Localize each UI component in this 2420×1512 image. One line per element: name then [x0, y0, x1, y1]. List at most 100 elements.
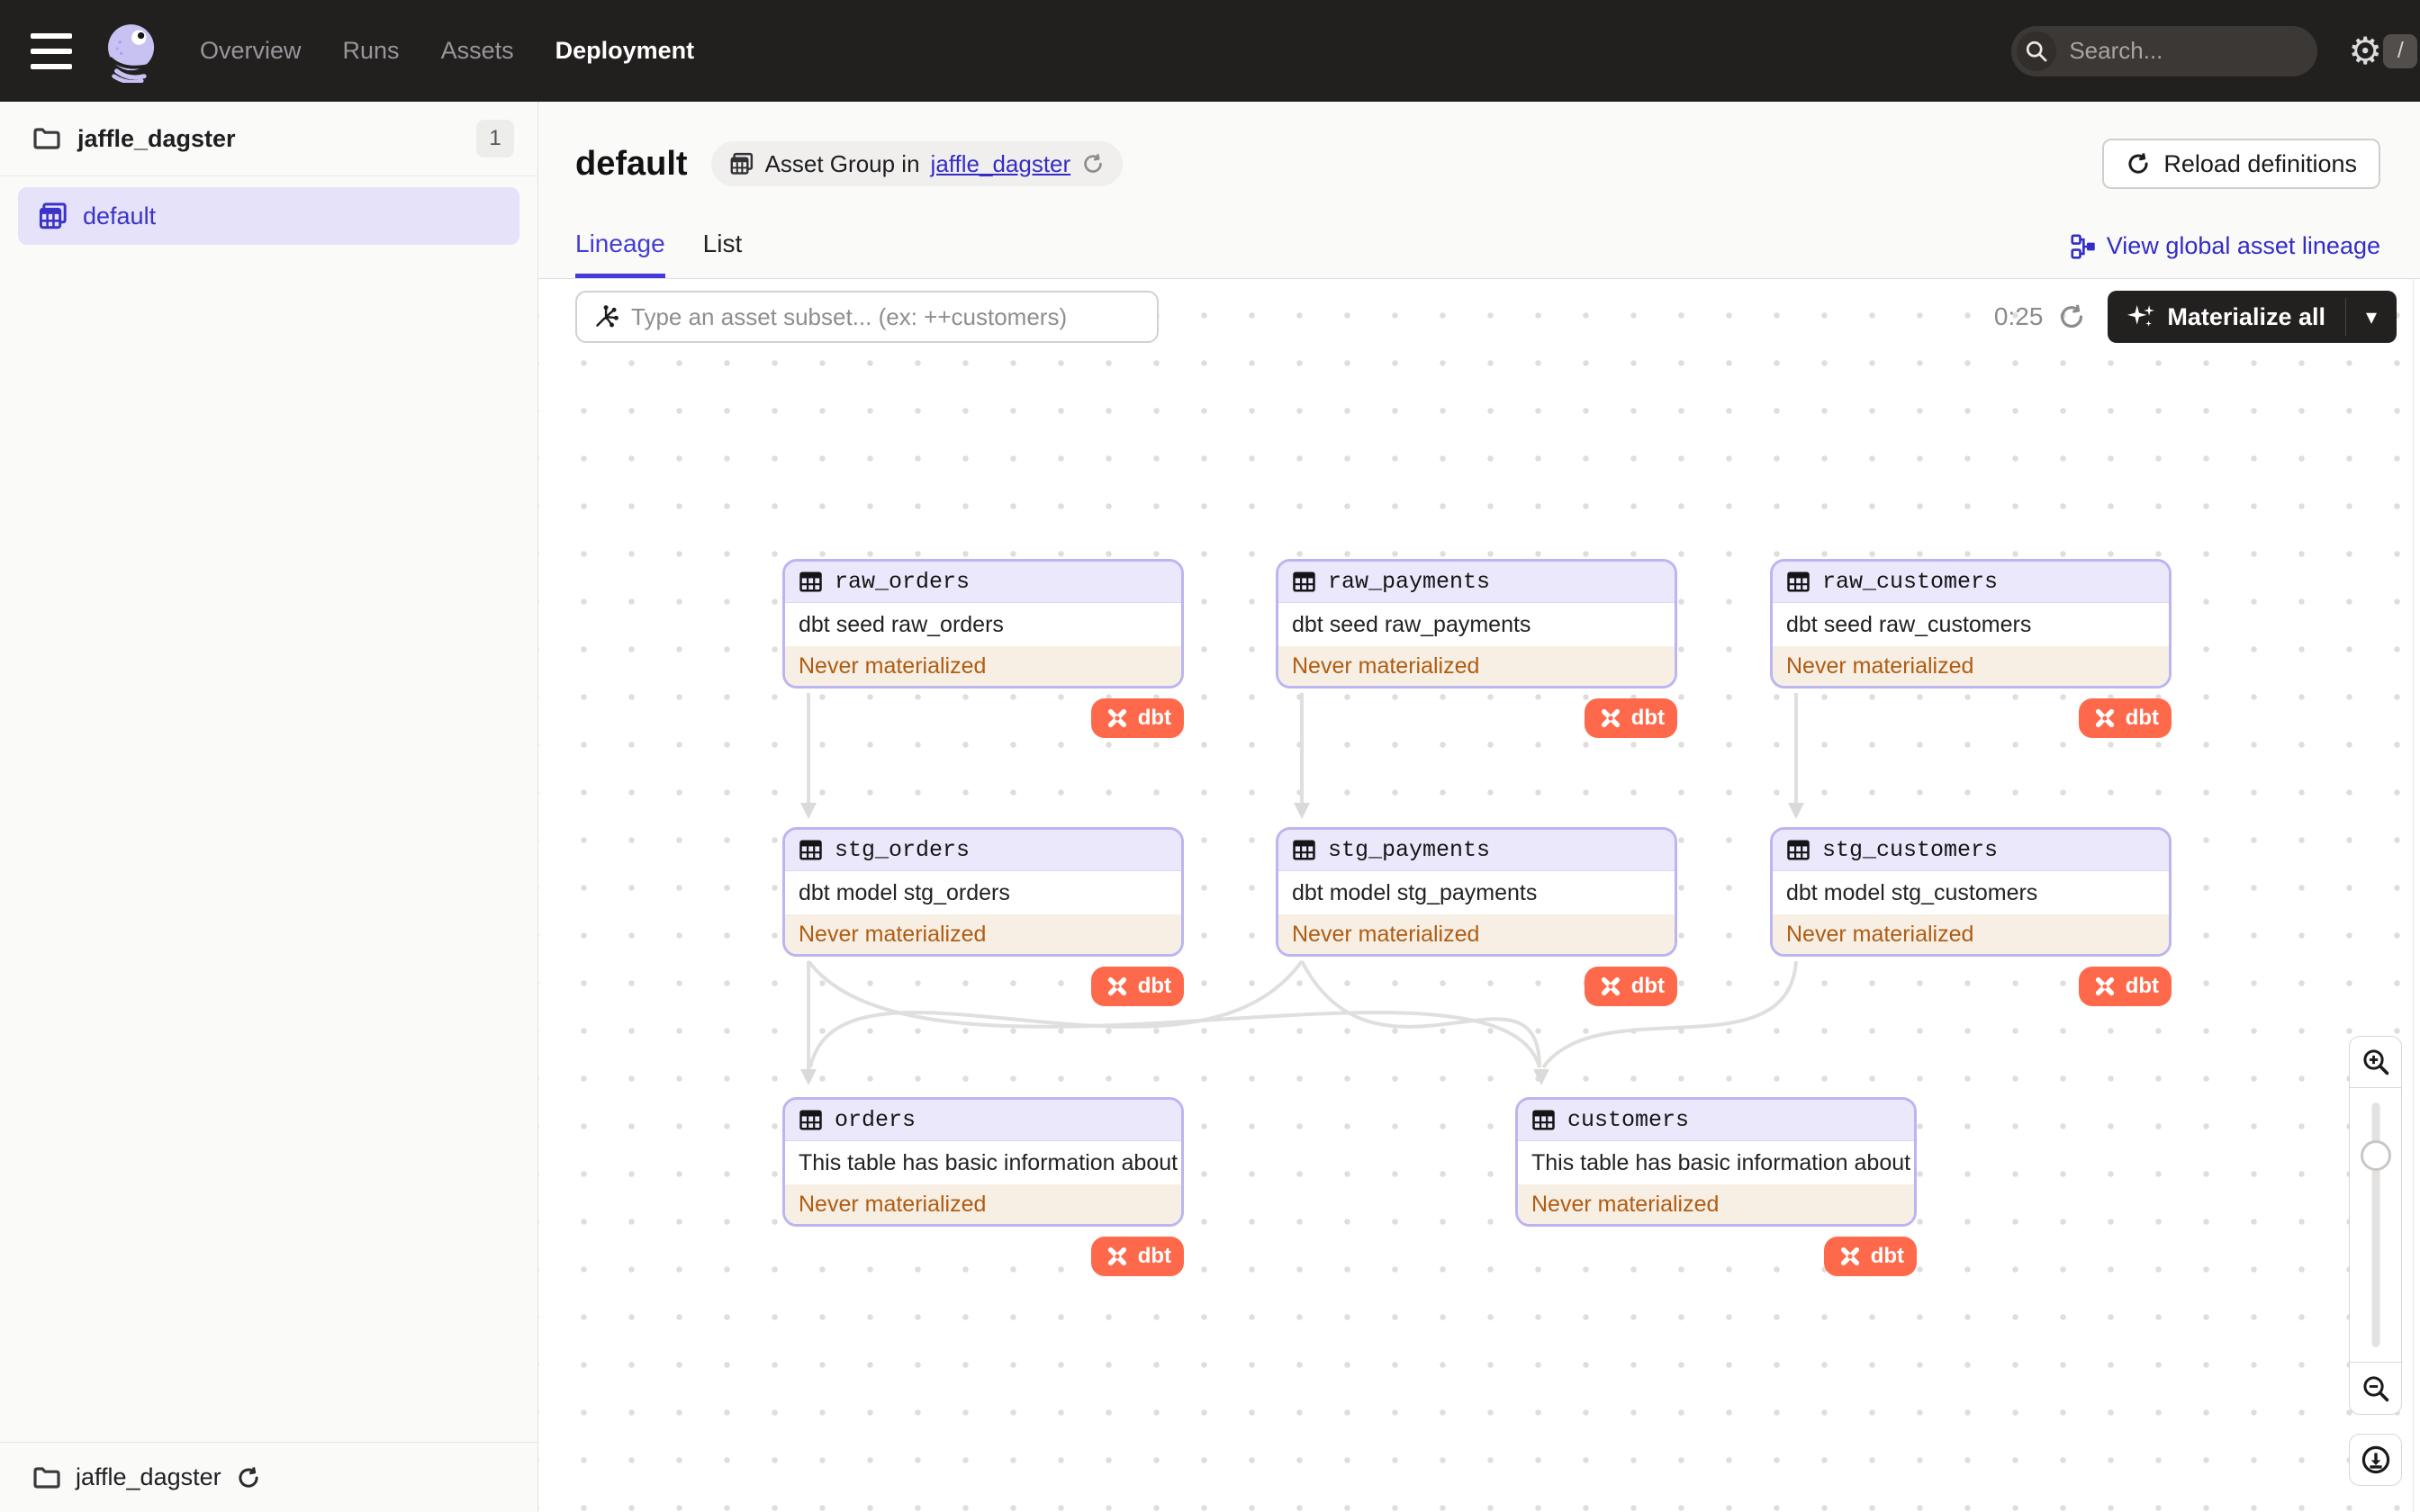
table-icon	[1532, 1110, 1555, 1130]
dbt-logo-icon	[1601, 708, 1620, 728]
asset-node-stg_payments[interactable]: stg_payments dbt model stg_payments Neve…	[1276, 827, 1677, 1006]
dbt-logo-icon	[1107, 708, 1126, 728]
download-image-button[interactable]	[2349, 1434, 2402, 1486]
node-name: raw_orders	[835, 569, 971, 595]
refresh-timer: 0:25	[1993, 302, 2044, 330]
dbt-badge: dbt	[1090, 698, 1184, 738]
global-search[interactable]: /	[2011, 25, 2418, 76]
search-icon	[2017, 31, 2057, 71]
node-description: This table has basic information about .…	[1531, 1149, 1914, 1175]
view-global-asset-lineage-link[interactable]: View global asset lineage	[2071, 232, 2380, 278]
dagster-logo-icon[interactable]	[101, 20, 164, 83]
footer-repo-name: jaffle_dagster	[76, 1463, 221, 1490]
dbt-badge-label: dbt	[1137, 1244, 1171, 1268]
run-cluster: 0:25 Materialize all ▾	[1994, 291, 2397, 343]
node-status: Never materialized	[1518, 1184, 1914, 1224]
page-title: default	[575, 144, 688, 183]
lineage-graph-icon	[2071, 233, 2095, 259]
dbt-logo-icon	[1107, 976, 1126, 996]
sidebar-item-default-group[interactable]: default	[18, 187, 519, 245]
main-panel: default Asset Group in jaffle_dagster Re…	[538, 102, 2420, 1512]
search-input[interactable]	[2056, 37, 2384, 65]
zoom-slider[interactable]	[2349, 1088, 2402, 1363]
asset-subset-filter[interactable]	[575, 291, 1159, 343]
sidebar-footer: jaffle_dagster	[0, 1442, 537, 1512]
table-icon	[799, 840, 822, 860]
refresh-icon[interactable]	[1081, 152, 1105, 176]
asset-node-raw_orders[interactable]: raw_orders dbt seed raw_orders Never mat…	[782, 559, 1184, 738]
table-icon	[1293, 572, 1315, 592]
dbt-logo-icon	[1107, 1246, 1126, 1266]
reload-repo-icon[interactable]	[236, 1465, 261, 1490]
asset-node-stg_customers[interactable]: stg_customers dbt model stg_customers Ne…	[1770, 827, 2172, 1006]
refresh-graph-icon[interactable]	[2057, 302, 2086, 331]
nav-items: Overview Runs Assets Deployment	[200, 37, 694, 65]
dbt-badge-label: dbt	[1137, 706, 1171, 730]
node-name: customers	[1567, 1107, 1690, 1133]
page-header: default Asset Group in jaffle_dagster Re…	[538, 102, 2420, 279]
dbt-badge: dbt	[1584, 698, 1677, 738]
global-lineage-label: View global asset lineage	[2106, 232, 2380, 259]
node-name: orders	[835, 1107, 917, 1133]
repo-name: jaffle_dagster	[77, 124, 236, 152]
repo-count-badge: 1	[476, 120, 514, 158]
sidebar-item-label: default	[83, 202, 157, 230]
nav-item-assets[interactable]: Assets	[441, 37, 514, 65]
dbt-logo-icon	[1840, 1246, 1859, 1266]
dbt-badge: dbt	[2078, 967, 2172, 1006]
zoom-out-button[interactable]	[2349, 1363, 2402, 1415]
menu-hamburger-icon[interactable]	[31, 32, 77, 69]
tab-list[interactable]: List	[703, 230, 743, 278]
asset-group-icon	[730, 152, 753, 175]
zoom-slider-handle[interactable]	[2360, 1140, 2391, 1171]
asset-subset-input[interactable]	[631, 302, 1142, 331]
node-status: Never materialized	[1773, 914, 2169, 954]
reload-definitions-button[interactable]: Reload definitions	[2102, 139, 2380, 189]
sidebar: jaffle_dagster 1 default jaffle_dagster	[0, 102, 538, 1512]
nav-item-overview[interactable]: Overview	[200, 37, 302, 65]
zoom-controls	[2349, 1036, 2402, 1486]
node-status: Never materialized	[1278, 646, 1675, 686]
nav-item-deployment[interactable]: Deployment	[555, 37, 695, 65]
tabs-row: Lineage List View global asset lineage	[575, 230, 2380, 278]
asset-node-stg_orders[interactable]: stg_orders dbt model stg_orders Never ma…	[782, 827, 1184, 1006]
table-icon	[799, 1110, 822, 1130]
context-repo-link[interactable]: jaffle_dagster	[931, 150, 1071, 178]
asset-node-customers[interactable]: customers This table has basic informati…	[1515, 1097, 1917, 1276]
node-name: raw_payments	[1328, 569, 1491, 595]
node-description: dbt seed raw_orders	[799, 611, 1004, 637]
dbt-logo-icon	[2095, 708, 2114, 728]
dbt-badge-label: dbt	[2125, 706, 2159, 730]
lineage-canvas[interactable]: 0:25 Materialize all ▾	[538, 279, 2420, 1512]
dbt-badge: dbt	[1584, 967, 1677, 1006]
reload-icon	[2128, 153, 2148, 174]
node-status: Never materialized	[1773, 646, 2169, 686]
materialize-all-button[interactable]: Materialize all ▾	[2108, 291, 2397, 343]
context-prefix: Asset Group in	[764, 149, 920, 177]
asset-subset-icon	[596, 305, 619, 328]
table-icon	[1293, 840, 1315, 860]
materialize-dropdown-caret[interactable]: ▾	[2346, 291, 2397, 343]
tab-lineage[interactable]: Lineage	[575, 230, 665, 278]
dbt-badge-label: dbt	[1137, 974, 1171, 998]
node-name: stg_payments	[1328, 837, 1491, 863]
node-name: stg_customers	[1822, 837, 1999, 863]
dbt-logo-icon	[1601, 976, 1620, 996]
node-name: stg_orders	[835, 837, 971, 863]
zoom-in-button[interactable]	[2349, 1036, 2402, 1088]
nav-item-runs[interactable]: Runs	[343, 37, 400, 65]
dbt-badge-label: dbt	[2125, 974, 2159, 998]
node-description: dbt model stg_payments	[1292, 879, 1538, 905]
asset-node-raw_payments[interactable]: raw_payments dbt seed raw_payments Never…	[1276, 559, 1677, 738]
table-icon	[1787, 840, 1810, 860]
dbt-badge: dbt	[1823, 1237, 1917, 1276]
folder-icon	[33, 1466, 60, 1489]
asset-node-raw_customers[interactable]: raw_customers dbt seed raw_customers Nev…	[1770, 559, 2172, 738]
dbt-badge: dbt	[2078, 698, 2172, 738]
node-status: Never materialized	[785, 646, 1181, 686]
settings-gear-icon[interactable]: ⚙	[2348, 32, 2382, 70]
sidebar-repo-header[interactable]: jaffle_dagster 1	[0, 102, 537, 176]
asset-group-context-pill: Asset Group in jaffle_dagster	[710, 141, 1124, 186]
node-status: Never materialized	[785, 914, 1181, 954]
asset-node-orders[interactable]: orders This table has basic information …	[782, 1097, 1184, 1276]
